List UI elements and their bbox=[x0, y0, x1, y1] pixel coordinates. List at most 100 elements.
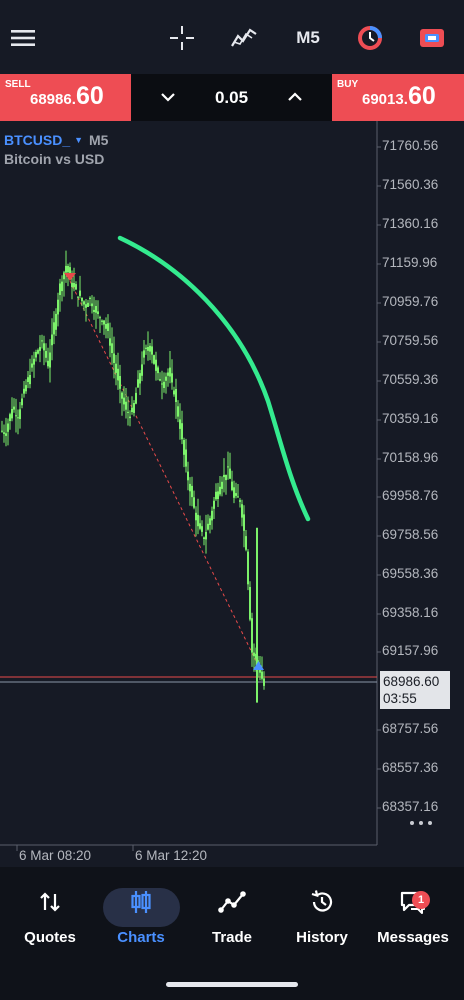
candle-body bbox=[249, 587, 251, 620]
price-tick-label: 68757.56 bbox=[382, 721, 439, 736]
candle-body bbox=[89, 297, 91, 299]
current-price-tag: 68986.60 03:55 bbox=[380, 671, 450, 709]
one-click-trading-panel: SELL 68986. 60 0.05 BUY 69013. 60 bbox=[0, 74, 464, 121]
nav-charts[interactable]: Charts bbox=[96, 885, 186, 955]
candle-body bbox=[261, 671, 263, 679]
candle-body bbox=[93, 309, 95, 312]
home-indicator[interactable] bbox=[166, 982, 298, 987]
candle-body bbox=[97, 311, 99, 314]
candle-body bbox=[115, 363, 117, 373]
candle-body bbox=[173, 390, 175, 395]
candle-body bbox=[111, 343, 113, 353]
time-label-1220: 6 Mar 12:20 bbox=[135, 848, 208, 863]
timeframe-button[interactable]: M5 bbox=[288, 20, 328, 56]
candle-body bbox=[49, 352, 51, 368]
chart-timeframe-label: M5 bbox=[88, 132, 109, 148]
candle-body bbox=[25, 385, 27, 392]
indicators-button[interactable] bbox=[228, 20, 260, 56]
candle-body bbox=[151, 346, 153, 355]
nav-history[interactable]: History bbox=[277, 885, 367, 955]
candle-body bbox=[41, 340, 43, 342]
bar-countdown: 03:55 bbox=[383, 691, 417, 706]
candle-body bbox=[175, 389, 177, 402]
nav-trade[interactable]: Trade bbox=[187, 885, 277, 955]
hamburger-icon bbox=[11, 30, 35, 46]
price-tick-label: 69157.96 bbox=[382, 643, 439, 658]
messages-badge: 1 bbox=[412, 891, 430, 909]
chevron-up-icon bbox=[288, 92, 302, 101]
candle-body bbox=[231, 481, 233, 491]
candle-body bbox=[143, 350, 145, 358]
sell-price-pips: 60 bbox=[76, 82, 104, 110]
candle-body bbox=[55, 313, 57, 330]
hand-drawn-curve bbox=[117, 235, 311, 522]
candle-body bbox=[125, 401, 127, 410]
candle-body bbox=[141, 364, 143, 376]
candle-body bbox=[127, 411, 129, 413]
candle-body bbox=[237, 496, 239, 498]
candle-body bbox=[51, 334, 53, 346]
sell-label: SELL bbox=[5, 79, 31, 90]
candle-body bbox=[191, 485, 193, 498]
candle-body bbox=[123, 397, 125, 405]
candle-body bbox=[73, 283, 75, 288]
candle-body bbox=[101, 320, 103, 322]
sell-button[interactable]: SELL 68986. 60 bbox=[0, 74, 131, 121]
candle-body bbox=[61, 281, 63, 292]
nav-quotes[interactable]: Quotes bbox=[5, 885, 95, 955]
price-tick-label: 69558.36 bbox=[382, 566, 439, 581]
nav-history-label: History bbox=[296, 929, 348, 946]
candle-body bbox=[135, 392, 137, 404]
candle-body bbox=[13, 406, 15, 410]
candle-body bbox=[37, 350, 39, 354]
symbol-dropdown-icon[interactable]: ▼ bbox=[74, 135, 83, 145]
candle-body bbox=[179, 419, 181, 429]
buy-price-main: 69013. bbox=[362, 91, 408, 108]
candle-body bbox=[217, 491, 219, 499]
more-options-icon[interactable] bbox=[410, 816, 436, 830]
candle-body bbox=[107, 323, 109, 331]
menu-button[interactable] bbox=[8, 20, 38, 56]
candle-body bbox=[31, 363, 33, 368]
candle-body bbox=[241, 504, 243, 518]
candle-body bbox=[59, 283, 61, 295]
candle-body bbox=[159, 379, 161, 381]
candle-body bbox=[181, 423, 183, 440]
candle-body bbox=[263, 678, 265, 686]
crosshair-button[interactable] bbox=[166, 20, 198, 56]
price-tick-label: 69958.76 bbox=[382, 488, 439, 503]
candle-body bbox=[77, 296, 79, 298]
lot-increase-button[interactable] bbox=[280, 84, 310, 110]
lot-size-selector: 0.05 bbox=[131, 74, 332, 121]
candle-body bbox=[207, 523, 209, 530]
candle-body bbox=[5, 433, 7, 436]
candle-body bbox=[103, 320, 105, 325]
one-click-trade-button[interactable] bbox=[416, 20, 448, 56]
symbol-name[interactable]: BTCUSD_ bbox=[4, 132, 70, 148]
one-click-trade-icon bbox=[420, 29, 444, 47]
candle-body bbox=[43, 343, 45, 351]
candle-body bbox=[45, 351, 47, 358]
candle-body bbox=[187, 471, 189, 481]
candle-body bbox=[229, 468, 231, 479]
symbol-header[interactable]: BTCUSD_ ▼ M5 bbox=[4, 132, 108, 148]
candle-body bbox=[201, 526, 203, 532]
candle-body bbox=[169, 367, 171, 377]
candle-body bbox=[85, 304, 87, 308]
candlesticks-icon bbox=[131, 891, 151, 913]
nav-messages-label: Messages bbox=[377, 929, 449, 946]
candle-body bbox=[235, 493, 237, 496]
candle-body bbox=[119, 376, 121, 389]
buy-button[interactable]: BUY 69013. 60 bbox=[332, 74, 464, 121]
price-tick-label: 71760.56 bbox=[382, 138, 439, 153]
price-chart[interactable]: BTCUSD_ ▼ M5 Bitcoin vs USD 71760.56 71560… bbox=[0, 121, 464, 867]
candle-body bbox=[133, 403, 135, 413]
candle-body bbox=[157, 367, 159, 374]
candle-body bbox=[225, 474, 227, 481]
candle-body bbox=[33, 358, 35, 365]
top-toolbar: M5 bbox=[0, 0, 464, 74]
candle-body bbox=[197, 514, 199, 527]
chart-settings-button[interactable] bbox=[354, 20, 386, 56]
candle-body bbox=[91, 303, 93, 307]
indicators-icon bbox=[231, 28, 257, 47]
